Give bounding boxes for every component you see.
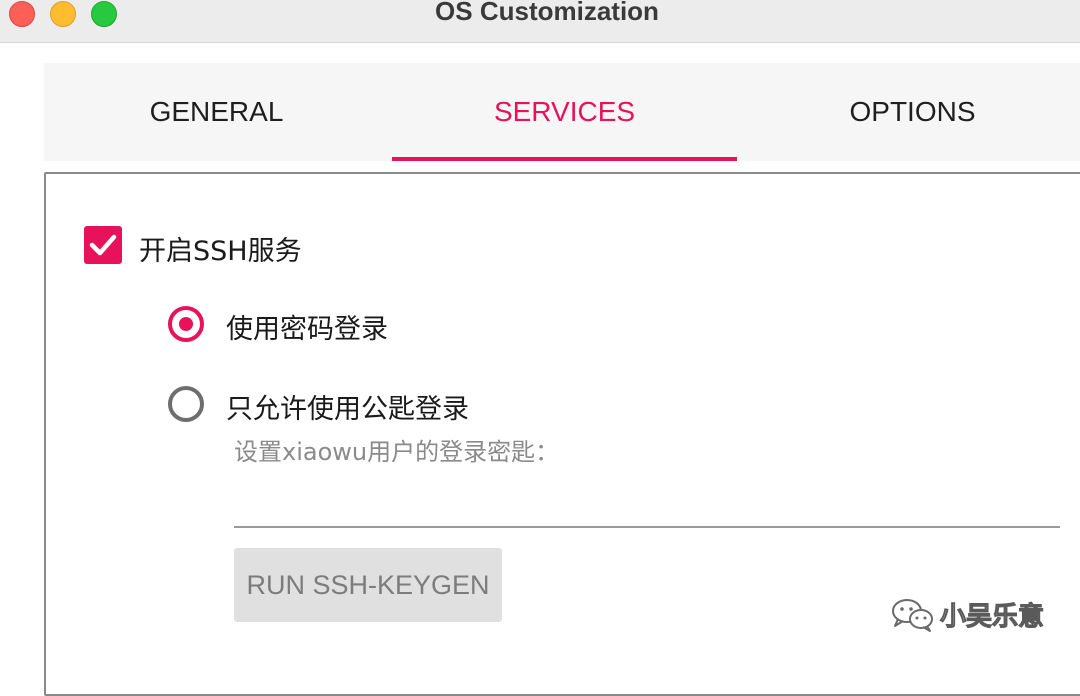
- authorized-keys-hint: 设置xiaowu用户的登录密匙：: [234, 438, 560, 466]
- enable-ssh-label: 开启SSH服务: [139, 236, 302, 267]
- public-key-login-radio[interactable]: [168, 386, 204, 422]
- title-bar: OS Customization: [0, 0, 1080, 43]
- active-tab-indicator: [392, 157, 737, 161]
- enable-ssh-checkbox[interactable]: [84, 226, 122, 264]
- tab-options[interactable]: OPTIONS: [740, 63, 1080, 161]
- watermark: 小吴乐意: [890, 596, 1045, 633]
- authorized-keys-input[interactable]: [234, 476, 1060, 528]
- password-login-label: 使用密码登录: [226, 314, 388, 345]
- run-ssh-keygen-button[interactable]: RUN SSH-KEYGEN: [234, 548, 502, 622]
- radio-selected-dot: [179, 317, 193, 331]
- window-title: OS Customization: [435, 0, 659, 26]
- wechat-icon: [892, 598, 933, 632]
- watermark-text: 小吴乐意: [939, 602, 1045, 633]
- tab-general[interactable]: GENERAL: [44, 63, 389, 161]
- password-login-radio[interactable]: [168, 306, 204, 342]
- tab-services[interactable]: SERVICES: [392, 63, 737, 161]
- check-icon: [89, 234, 117, 256]
- tab-bar: GENERAL SERVICES OPTIONS: [44, 63, 1080, 161]
- public-key-login-label: 只允许使用公匙登录: [226, 394, 469, 425]
